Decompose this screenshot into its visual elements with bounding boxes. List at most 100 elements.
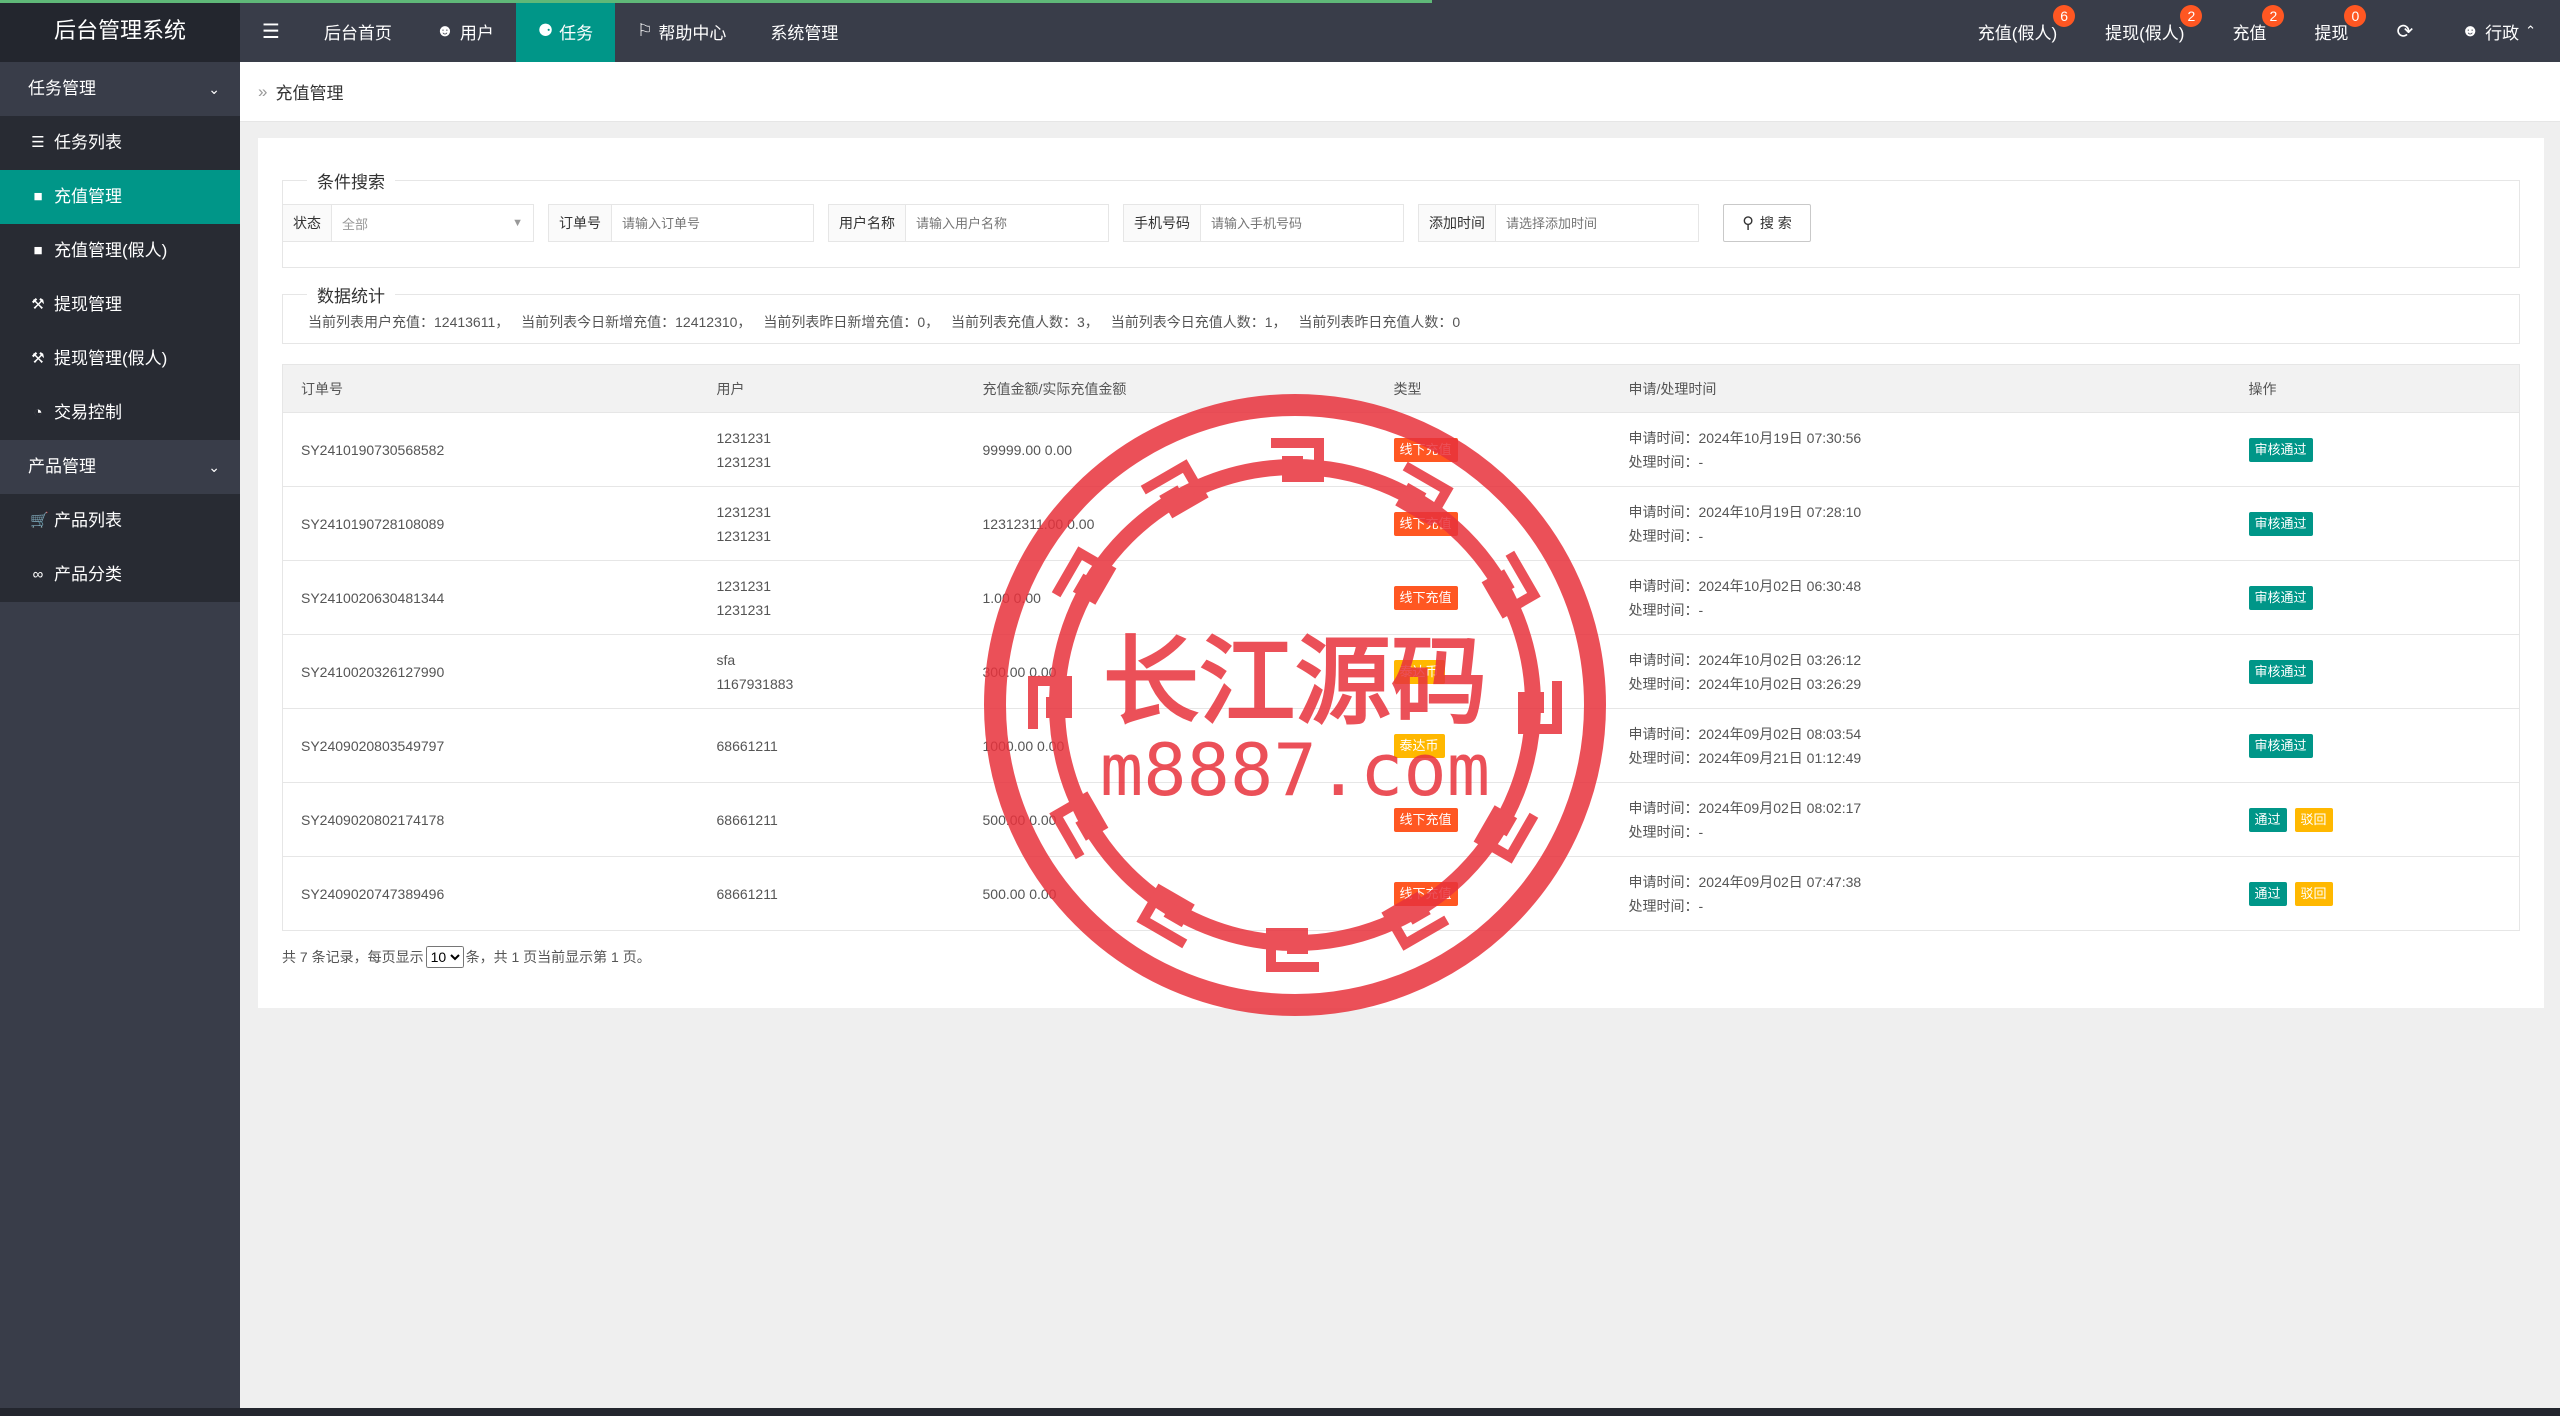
type-cell: 线下充值	[1375, 782, 1611, 857]
actions-cell: 审核通过	[2230, 486, 2520, 561]
sidebar-item-withdraw[interactable]: ⚒ 提现管理	[0, 278, 240, 332]
nav-system[interactable]: 系统管理	[748, 0, 860, 62]
user-icon: ☻	[2461, 21, 2480, 40]
order-filter: 订单号	[548, 204, 814, 242]
sidebar-group-task[interactable]: 任务管理 ⌄	[0, 62, 240, 116]
approve-button[interactable]: 审核通过	[2248, 733, 2313, 758]
nav-recharge-label: 充值	[2232, 23, 2267, 43]
sidebar-item-label: 交易控制	[54, 403, 122, 422]
col-amount: 充值金额/实际充值金额	[964, 364, 1376, 413]
table-row: SY2409020747389496 68661211 500.00 0.00 线下充…	[282, 856, 2520, 931]
sidebar-group-product[interactable]: 产品管理 ⌄	[0, 440, 240, 494]
status-filter[interactable]: 状态 全部 ▼	[282, 204, 534, 242]
nav-task[interactable]: ⚈ 任务	[515, 0, 616, 62]
table-row: SY2410190728108089 1231231 1231231 12312311…	[282, 486, 2520, 561]
menu-toggle-icon[interactable]: ☰	[240, 0, 302, 62]
approve-button[interactable]: 审核通过	[2248, 511, 2313, 536]
nav-recharge-fake[interactable]: 充值(假人) 6	[1954, 0, 2081, 62]
approve-button[interactable]: 审核通过	[2248, 659, 2313, 684]
refresh-icon[interactable]: ⟳	[2372, 0, 2437, 62]
time-cell: 申请时间：2024年09月02日 07:47:38 处理时间：-	[1610, 856, 2231, 931]
sidebar-item-trade-control[interactable]: ◔ 交易控制	[0, 386, 240, 440]
process-time: 处理时间：-	[1628, 823, 1704, 840]
actions-cell: 审核通过	[2230, 560, 2520, 635]
user-cell: 1231231 1231231	[698, 560, 965, 635]
amount-cell: 99999.00 0.00	[964, 412, 1376, 487]
actions-cell: 审核通过	[2230, 708, 2520, 783]
sidebar-item-task-list[interactable]: ☰ 任务列表	[0, 116, 240, 170]
pass-button[interactable]: 通过	[2248, 881, 2287, 906]
nav-user-label: 用户	[459, 23, 494, 43]
loading-progress-line	[0, 0, 1432, 3]
user-primary: 1231231	[716, 503, 772, 520]
reject-button[interactable]: 驳回	[2294, 881, 2333, 906]
col-order: 订单号	[282, 364, 699, 413]
sidebar-group-label: 任务管理	[28, 79, 96, 98]
approve-button[interactable]: 审核通过	[2248, 585, 2313, 610]
user-primary: sfa	[716, 651, 736, 668]
user-primary: 68661211	[716, 811, 778, 828]
apply-time: 申请时间：2024年10月19日 07:30:56	[1628, 429, 1862, 446]
addtime-input[interactable]	[1496, 205, 1698, 241]
sidebar-item-label: 产品列表	[54, 511, 122, 530]
actions-cell: 通过 驳回	[2230, 782, 2520, 857]
page-size-select[interactable]: 10	[425, 946, 464, 968]
table-body: SY2410190730568582 1231231 1231231 99999.00…	[282, 412, 2520, 931]
sidebar-item-recharge-fake[interactable]: ■ 充值管理(假人)	[0, 224, 240, 278]
nav-withdraw[interactable]: 提现 0	[2290, 0, 2372, 62]
breadcrumb: » 充值管理	[240, 62, 2560, 122]
type-cell: 线下充值	[1375, 412, 1611, 487]
sidebar-item-label: 充值管理(假人)	[54, 241, 168, 260]
status-select[interactable]: 全部 ▼	[332, 205, 533, 241]
user-primary: 1231231	[716, 429, 772, 446]
amount-cell: 500.00 0.00	[964, 782, 1376, 857]
username-input[interactable]	[906, 205, 1108, 241]
amount-cell: 1.00 0.00	[964, 560, 1376, 635]
sidebar-item-withdraw-fake[interactable]: ⚒ 提现管理(假人)	[0, 332, 240, 386]
nav-recharge[interactable]: 充值 2	[2208, 0, 2290, 62]
time-cell: 申请时间：2024年09月02日 08:03:54 处理时间：2024年09月21…	[1610, 708, 2231, 783]
col-time: 申请/处理时间	[1610, 364, 2231, 413]
nav-home[interactable]: 后台首页	[302, 0, 414, 62]
main-card: 条件搜索 状态 全部 ▼ 订单号 用户名称 手机号码 添加时间 ⚲ 搜 索	[258, 138, 2544, 1008]
nav-withdraw-fake[interactable]: 提现(假人) 2	[2081, 0, 2208, 62]
order-cell: SY2409020802174178	[282, 782, 699, 857]
sidebar-item-product-category[interactable]: ∞ 产品分类	[0, 548, 240, 602]
order-input[interactable]	[612, 205, 813, 241]
approve-button[interactable]: 审核通过	[2248, 437, 2313, 462]
user-secondary: 1167931883	[716, 675, 794, 692]
sidebar-item-label: 产品分类	[54, 565, 122, 584]
stats-summary: 当前列表用户充值：12413611， 当前列表今日新增充值：12412310， …	[308, 312, 1468, 332]
nav-recharge-fake-label: 充值(假人)	[1977, 23, 2058, 43]
chat-icon: ■	[33, 188, 43, 205]
type-badge: 泰达币	[1393, 659, 1445, 684]
addtime-filter: 添加时间	[1418, 204, 1699, 242]
top-nav: ☰ 后台首页 ☻ 用户 ⚈ 任务 ⚐ 帮助中心 系统管理	[240, 0, 860, 62]
phone-input[interactable]	[1201, 205, 1403, 241]
flag-icon: ⚐	[637, 21, 653, 40]
double-chevron-icon: »	[258, 81, 268, 101]
nav-user[interactable]: ☻ 用户	[414, 0, 516, 62]
cart-icon: 🛒	[30, 512, 49, 529]
type-cell: 泰达币	[1375, 708, 1611, 783]
amount-cell: 1000.00 0.00	[964, 708, 1376, 783]
user-name: 行政	[2485, 23, 2520, 43]
sidebar-item-label: 提现管理	[54, 295, 122, 314]
gavel-icon: ⚒	[31, 350, 45, 367]
apply-time: 申请时间：2024年10月19日 07:28:10	[1628, 503, 1862, 520]
chevron-up-icon: ⌄	[208, 81, 220, 97]
nav-home-label: 后台首页	[323, 23, 392, 43]
sidebar-item-label: 充值管理	[54, 187, 122, 206]
chevron-up-icon: ⌃	[2525, 23, 2536, 38]
sidebar-item-product-list[interactable]: 🛒 产品列表	[0, 494, 240, 548]
user-primary: 68661211	[716, 885, 778, 902]
process-time: 处理时间：2024年10月02日 03:26:29	[1628, 675, 1862, 692]
reject-button[interactable]: 驳回	[2294, 807, 2333, 832]
nav-help[interactable]: ⚐ 帮助中心	[615, 0, 748, 62]
amount-cell: 12312311.00 0.00	[964, 486, 1376, 561]
pass-button[interactable]: 通过	[2248, 807, 2287, 832]
time-cell: 申请时间：2024年10月19日 07:28:10 处理时间：-	[1610, 486, 2231, 561]
search-button[interactable]: ⚲ 搜 索	[1723, 204, 1811, 242]
sidebar-item-recharge[interactable]: ■ 充值管理	[0, 170, 240, 224]
nav-user-menu[interactable]: ☻ 行政 ⌃	[2437, 0, 2560, 62]
